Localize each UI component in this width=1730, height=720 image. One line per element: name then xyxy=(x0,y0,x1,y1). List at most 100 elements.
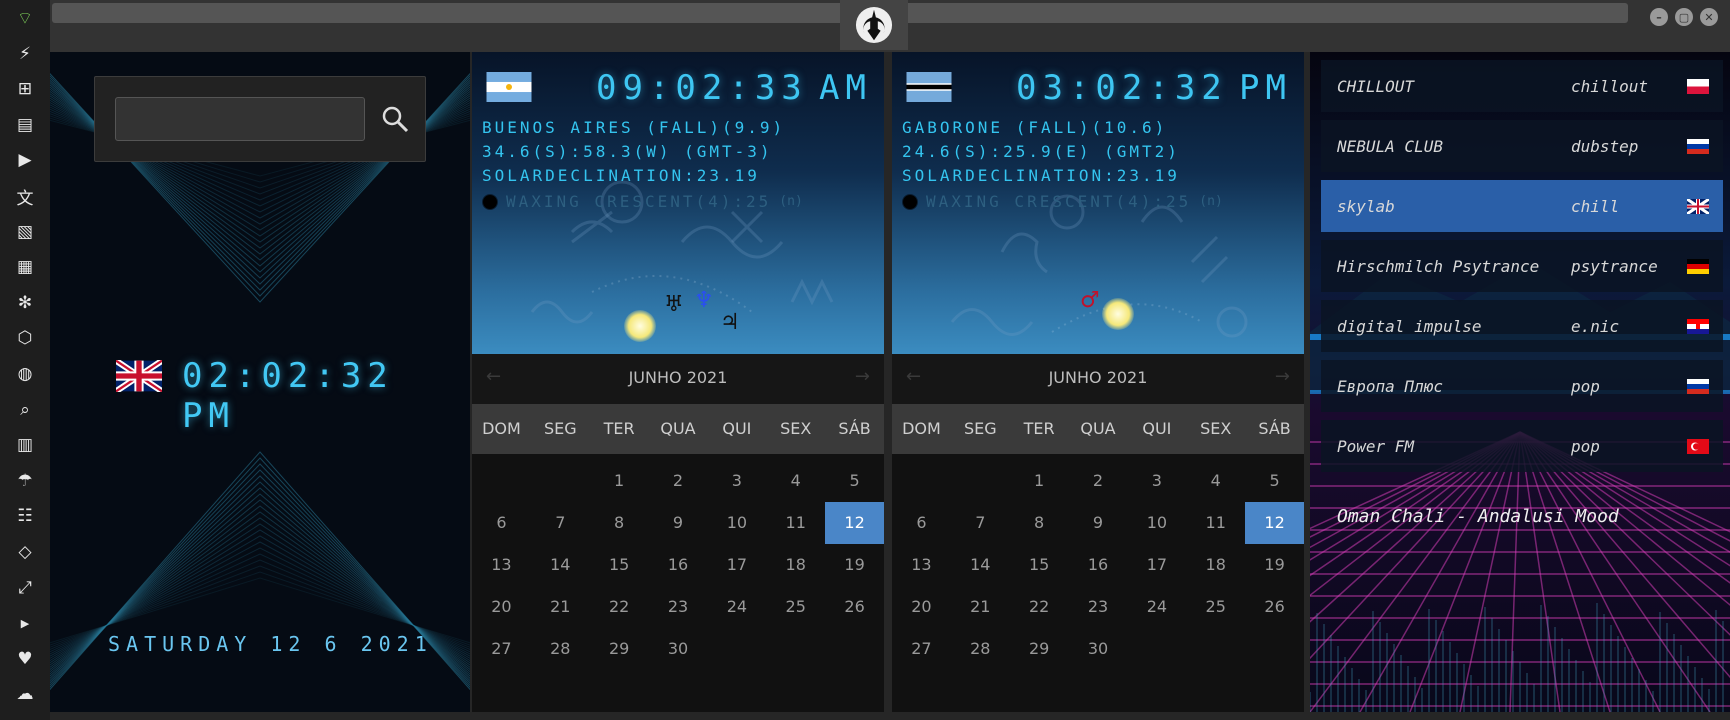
calendar-day[interactable]: 25 xyxy=(1186,586,1245,628)
calendar-day[interactable]: 8 xyxy=(1010,502,1069,544)
radio-station[interactable]: Power FM pop xyxy=(1321,420,1723,472)
calendar-day[interactable]: 5 xyxy=(1245,460,1304,502)
calendar-day[interactable]: 27 xyxy=(472,628,531,670)
calendar-day[interactable]: 14 xyxy=(531,544,590,586)
close-button[interactable]: ✕ xyxy=(1700,8,1718,26)
calendar-day[interactable]: 20 xyxy=(892,586,951,628)
next-month-button[interactable]: → xyxy=(1275,366,1290,387)
news-icon[interactable]: ▦ xyxy=(13,255,37,279)
active-tab[interactable] xyxy=(840,0,908,50)
play-icon[interactable]: ▶ xyxy=(13,148,37,172)
calendar-day[interactable]: 19 xyxy=(825,544,884,586)
archive-icon[interactable]: ▤ xyxy=(13,113,37,137)
calendar-day[interactable]: 1 xyxy=(1010,460,1069,502)
calendar-day[interactable]: 10 xyxy=(707,502,766,544)
calendar-day[interactable]: 28 xyxy=(951,628,1010,670)
globe-icon[interactable]: ◍ xyxy=(13,362,37,386)
calendar-day[interactable]: 15 xyxy=(1010,544,1069,586)
radio-station[interactable]: Hirschmilch Psytrance psytrance xyxy=(1321,240,1723,292)
calendar-day[interactable]: 17 xyxy=(707,544,766,586)
minimize-button[interactable]: – xyxy=(1650,8,1668,26)
calendar-day[interactable]: 8 xyxy=(590,502,649,544)
calendar-day[interactable]: 18 xyxy=(1186,544,1245,586)
calendar-day[interactable]: 28 xyxy=(531,628,590,670)
calendar-day xyxy=(825,628,884,670)
calendar-day[interactable]: 3 xyxy=(707,460,766,502)
heart-icon[interactable]: ♥ xyxy=(13,647,37,671)
calendar-day[interactable]: 24 xyxy=(1127,586,1186,628)
calendar-day[interactable]: 24 xyxy=(707,586,766,628)
calendar-day[interactable]: 4 xyxy=(1186,460,1245,502)
wifi-icon[interactable]: ⌔ xyxy=(13,6,37,30)
lightning-icon[interactable]: ⚡ xyxy=(13,42,37,66)
calendar-day[interactable]: 2 xyxy=(649,460,708,502)
calendar-day[interactable]: 9 xyxy=(1069,502,1128,544)
calendar-day[interactable]: 23 xyxy=(649,586,708,628)
calendar-day[interactable]: 25 xyxy=(766,586,825,628)
calendar-day[interactable]: 30 xyxy=(1069,628,1128,670)
youtube-icon[interactable]: ▶ xyxy=(13,611,37,635)
fullscreen-icon[interactable]: ⤢ xyxy=(13,576,37,600)
calendar-day[interactable]: 21 xyxy=(951,586,1010,628)
calendar-day[interactable]: 5 xyxy=(825,460,884,502)
radio-station[interactable]: NEBULA CLUB dubstep xyxy=(1321,120,1723,172)
calendar-day[interactable]: 29 xyxy=(1010,628,1069,670)
calendar-day[interactable]: 14 xyxy=(951,544,1010,586)
radio-station[interactable]: digital impulse e.nic xyxy=(1321,300,1723,352)
search-icon[interactable]: ⌕ xyxy=(13,398,37,422)
calendar-day[interactable]: 7 xyxy=(951,502,1010,544)
translate-icon[interactable]: 文 xyxy=(13,184,37,209)
calendar-day[interactable]: 30 xyxy=(649,628,708,670)
calendar-day[interactable]: 26 xyxy=(1245,586,1304,628)
next-month-button[interactable]: → xyxy=(855,366,870,387)
calendar-day[interactable]: 4 xyxy=(766,460,825,502)
cloud-icon[interactable]: ☁ xyxy=(13,682,37,706)
radio-station[interactable]: Европа Плюс pop xyxy=(1321,360,1723,412)
calendar-day[interactable]: 13 xyxy=(472,544,531,586)
moon-phase-text: WAXING CRESCENT(4):25 xyxy=(926,192,1192,211)
umbrella-icon[interactable]: ☂ xyxy=(13,469,37,493)
calendar-day[interactable]: 17 xyxy=(1127,544,1186,586)
calendar-day[interactable]: 26 xyxy=(825,586,884,628)
calendar-day[interactable]: 21 xyxy=(531,586,590,628)
calendar-day[interactable]: 13 xyxy=(892,544,951,586)
calendar-day[interactable]: 10 xyxy=(1127,502,1186,544)
calendar-day[interactable]: 23 xyxy=(1069,586,1128,628)
calendar-day[interactable]: 3 xyxy=(1127,460,1186,502)
calendar-day[interactable]: 27 xyxy=(892,628,951,670)
contacts-icon[interactable]: ☷ xyxy=(13,504,37,528)
code-icon[interactable]: ◇ xyxy=(13,540,37,564)
calendar-day[interactable]: 11 xyxy=(766,502,825,544)
search-input[interactable] xyxy=(115,97,365,141)
calendar-day[interactable]: 22 xyxy=(590,586,649,628)
radio-station[interactable]: skylab chill xyxy=(1321,180,1723,232)
calendar-day[interactable]: 1 xyxy=(590,460,649,502)
calendar-day[interactable]: 15 xyxy=(590,544,649,586)
image-icon[interactable]: ▧ xyxy=(13,220,37,244)
map-icon[interactable]: ▥ xyxy=(13,433,37,457)
station-genre: chill xyxy=(1571,196,1620,216)
calendar-day-today[interactable]: 12 xyxy=(825,502,884,544)
calendar-day-today[interactable]: 12 xyxy=(1245,502,1304,544)
aperture-icon[interactable]: ✻ xyxy=(13,291,37,315)
calendar-day[interactable]: 29 xyxy=(590,628,649,670)
calendar-day[interactable]: 20 xyxy=(472,586,531,628)
calendar-header: ← JUNHO 2021 → xyxy=(472,354,884,404)
calendar-day[interactable]: 11 xyxy=(1186,502,1245,544)
maximize-button[interactable]: ▢ xyxy=(1675,8,1693,26)
weekday-label: QUA xyxy=(660,419,696,438)
calendar-day[interactable]: 19 xyxy=(1245,544,1304,586)
calendar-day[interactable]: 6 xyxy=(472,502,531,544)
radio-station[interactable]: CHILLOUT chillout xyxy=(1321,60,1723,112)
calendar-day[interactable]: 2 xyxy=(1069,460,1128,502)
hexagon-icon[interactable]: ⬡ xyxy=(13,326,37,350)
calendar-day[interactable]: 22 xyxy=(1010,586,1069,628)
calendar-day[interactable]: 9 xyxy=(649,502,708,544)
calendar-day[interactable]: 6 xyxy=(892,502,951,544)
calendar-day[interactable]: 7 xyxy=(531,502,590,544)
calendar-day[interactable]: 16 xyxy=(649,544,708,586)
calendar-day[interactable]: 18 xyxy=(766,544,825,586)
calendar-day[interactable]: 16 xyxy=(1069,544,1128,586)
search-button[interactable] xyxy=(377,101,413,137)
windows-icon[interactable]: ⊞ xyxy=(13,77,37,101)
